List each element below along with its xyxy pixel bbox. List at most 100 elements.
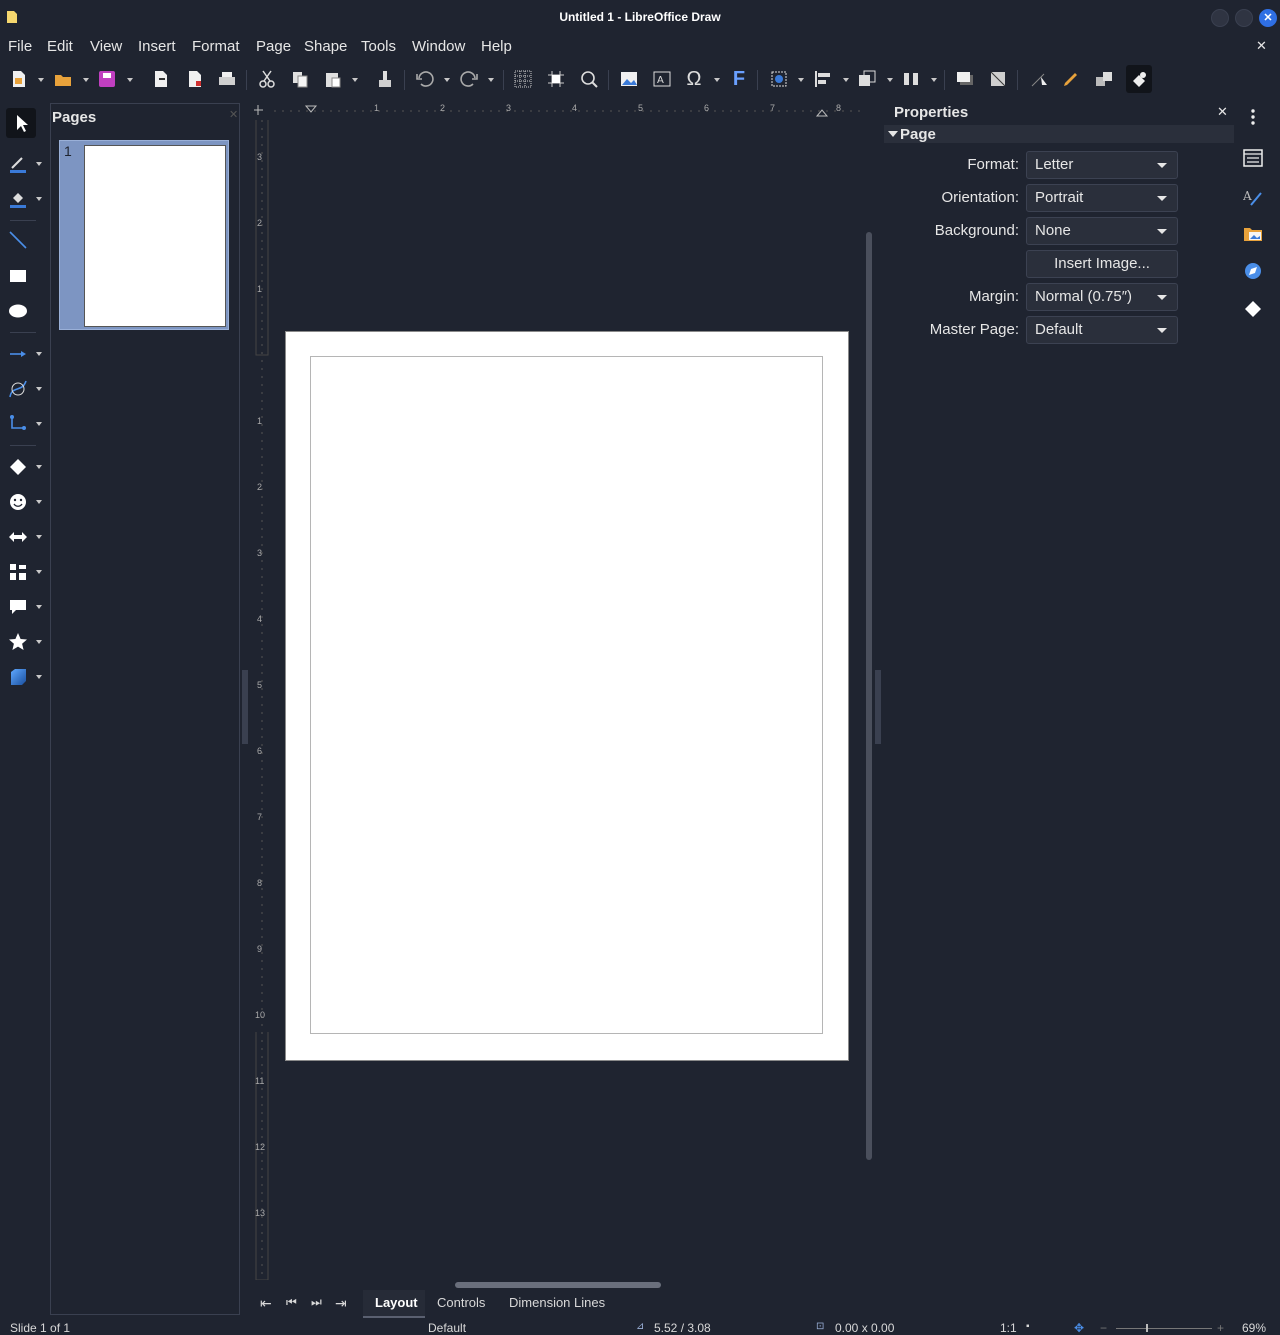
next-page-nav-icon[interactable]: ⏭ <box>311 1295 322 1310</box>
new-dropdown[interactable] <box>38 78 44 82</box>
basic-shapes-diamond-icon[interactable] <box>6 455 30 479</box>
line-color-icon[interactable] <box>6 152 30 176</box>
3d-objects-dropdown[interactable] <box>36 675 42 679</box>
redo-dropdown[interactable] <box>488 78 494 82</box>
background-dropdown[interactable]: None <box>1026 217 1178 245</box>
properties-close-icon[interactable]: ✕ <box>1217 104 1228 120</box>
zoom-out-icon[interactable]: − <box>1100 1321 1107 1335</box>
connector-tool-icon[interactable] <box>6 412 30 436</box>
crop-icon[interactable] <box>987 68 1009 90</box>
flowchart-icon[interactable] <box>6 560 30 584</box>
align-dropdown[interactable] <box>843 78 849 82</box>
save-icon[interactable] <box>96 68 118 90</box>
glue-points-icon[interactable] <box>1060 68 1082 90</box>
last-page-nav-icon[interactable]: ⇥ <box>335 1295 347 1312</box>
previous-page-nav-icon[interactable]: ⏮ <box>286 1295 297 1310</box>
shapes-deck-icon[interactable] <box>1242 298 1264 320</box>
menu-shape[interactable]: Shape <box>304 38 347 55</box>
curves-dropdown[interactable] <box>36 387 42 391</box>
grid-icon[interactable] <box>512 68 534 90</box>
arrange-icon[interactable] <box>856 68 878 90</box>
maximize-button[interactable] <box>1235 9 1253 27</box>
menu-page[interactable]: Page <box>256 38 291 55</box>
minimize-button[interactable] <box>1211 9 1229 27</box>
close-window-button[interactable]: ✕ <box>1259 9 1277 27</box>
callout-icon[interactable] <box>6 595 30 619</box>
helplines-icon[interactable] <box>545 68 567 90</box>
menu-format[interactable]: Format <box>192 38 240 55</box>
arrow-line-tool-icon[interactable] <box>6 342 30 366</box>
redo-icon[interactable] <box>458 68 480 90</box>
insert-textbox-icon[interactable]: A <box>651 68 673 90</box>
fill-color-icon[interactable] <box>6 187 30 211</box>
menu-window[interactable]: Window <box>412 38 465 55</box>
special-character-icon[interactable]: Ω <box>683 68 705 90</box>
close-document-icon[interactable]: ✕ <box>1256 38 1267 54</box>
margin-dropdown[interactable]: Normal (0.75″) <box>1026 283 1178 311</box>
sidebar-menu-icon[interactable] <box>1242 106 1264 128</box>
3d-objects-icon[interactable] <box>6 665 30 689</box>
align-objects-icon[interactable] <box>812 68 834 90</box>
tab-dimension-lines[interactable]: Dimension Lines <box>509 1295 605 1310</box>
zoom-slider[interactable] <box>1116 1328 1212 1329</box>
select-arrow-icon[interactable] <box>6 108 36 138</box>
menu-tools[interactable]: Tools <box>361 38 396 55</box>
right-panel-splitter[interactable] <box>875 670 881 744</box>
orientation-dropdown[interactable]: Portrait <box>1026 184 1178 212</box>
flowchart-dropdown[interactable] <box>36 570 42 574</box>
transformations-icon[interactable] <box>768 68 790 90</box>
tab-layout[interactable]: Layout <box>363 1290 425 1318</box>
page-thumbnail-1[interactable]: 1 <box>59 140 229 330</box>
vertical-ruler[interactable]: 3 2 1 1 2 3 4 5 6 7 8 9 10 11 12 13 <box>254 120 270 1280</box>
zoom-percentage[interactable]: 69% <box>1242 1321 1266 1335</box>
vertical-scrollbar[interactable] <box>866 232 872 1160</box>
symbol-shapes-dropdown[interactable] <box>36 500 42 504</box>
fit-page-icon[interactable]: ✥ <box>1074 1321 1084 1335</box>
undo-icon[interactable] <box>414 68 436 90</box>
save-dropdown[interactable] <box>127 78 133 82</box>
rectangle-tool-icon[interactable] <box>6 264 30 288</box>
paste-icon[interactable] <box>322 68 344 90</box>
toggle-extrusion-icon[interactable] <box>1093 68 1115 90</box>
distribute-dropdown[interactable] <box>931 78 937 82</box>
horizontal-scrollbar[interactable] <box>455 1282 661 1288</box>
properties-deck-icon[interactable] <box>1242 147 1264 169</box>
line-color-dropdown[interactable] <box>36 162 42 166</box>
block-arrows-dropdown[interactable] <box>36 535 42 539</box>
arrange-dropdown[interactable] <box>887 78 893 82</box>
print-icon[interactable] <box>216 68 238 90</box>
lines-arrows-dropdown[interactable] <box>36 352 42 356</box>
clone-formatting-icon[interactable] <box>374 68 396 90</box>
format-dropdown[interactable]: Letter <box>1026 151 1178 179</box>
fill-color-dropdown[interactable] <box>36 197 42 201</box>
fontwork-icon[interactable]: F <box>728 68 750 90</box>
undo-dropdown[interactable] <box>444 78 450 82</box>
points-icon[interactable] <box>1028 68 1050 90</box>
cut-icon[interactable] <box>256 68 278 90</box>
symbol-shapes-smiley-icon[interactable] <box>6 490 30 514</box>
zoom-slider-thumb[interactable] <box>1146 1324 1148 1332</box>
block-arrows-icon[interactable] <box>6 525 30 549</box>
menu-insert[interactable]: Insert <box>138 38 176 55</box>
basic-shapes-dropdown[interactable] <box>36 465 42 469</box>
special-character-dropdown[interactable] <box>714 78 720 82</box>
show-draw-functions-icon[interactable] <box>1126 65 1152 93</box>
menu-help[interactable]: Help <box>481 38 512 55</box>
copy-icon[interactable] <box>289 68 311 90</box>
first-page-nav-icon[interactable]: ⇤ <box>260 1295 272 1312</box>
menu-edit[interactable]: Edit <box>47 38 73 55</box>
transformations-dropdown[interactable] <box>798 78 804 82</box>
gallery-deck-icon[interactable] <box>1242 222 1264 244</box>
master-page-dropdown[interactable]: Default <box>1026 316 1178 344</box>
page-section-header[interactable]: Page <box>884 125 1234 143</box>
menu-file[interactable]: File <box>8 38 32 55</box>
new-document-icon[interactable] <box>8 68 30 90</box>
horizontal-ruler[interactable]: 1 2 3 4 5 6 7 8 <box>254 102 864 118</box>
shadow-icon[interactable] <box>954 68 976 90</box>
export-icon[interactable] <box>150 68 172 90</box>
curve-tool-icon[interactable] <box>6 377 30 401</box>
tab-controls[interactable]: Controls <box>437 1295 485 1310</box>
left-panel-splitter[interactable] <box>242 670 248 744</box>
styles-deck-icon[interactable]: A <box>1242 186 1264 208</box>
insert-image-button[interactable]: Insert Image... <box>1026 250 1178 278</box>
